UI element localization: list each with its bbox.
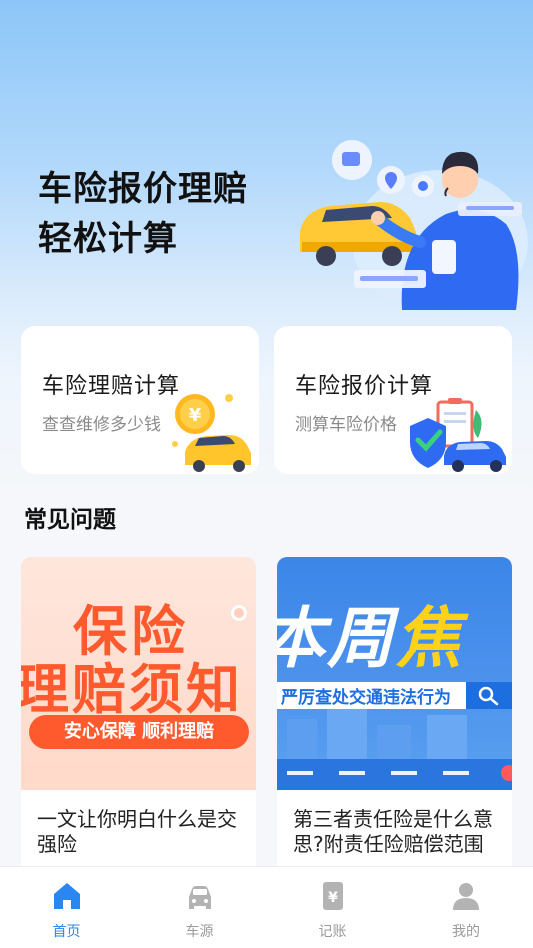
nav-item-ledger[interactable]: ¥ 记账: [266, 867, 399, 948]
search-icon: [466, 682, 512, 709]
car-icon: [188, 886, 211, 909]
bottom-nav: 首页 车源 ¥ 记账 我的: [0, 866, 533, 948]
thumb-headline-white: 本周: [277, 600, 395, 677]
hero-title-line1: 车险报价理赔: [38, 169, 248, 209]
thumb-tagline: 安心保障 顺利理赔: [29, 715, 249, 749]
faq-section-title: 常见问题: [24, 507, 116, 533]
nav-label: 我的: [452, 924, 480, 940]
customer-service-illustration: [300, 140, 528, 314]
thumb-search-text: 严厉查处交通违法行为: [281, 688, 451, 708]
article-card[interactable]: 本周焦 严厉查处交通违法行为: [277, 557, 512, 877]
user-icon: [453, 883, 479, 910]
nav-item-cars[interactable]: 车源: [133, 867, 266, 948]
article-title: 一文让你明白什么是交强险: [37, 807, 237, 856]
card-subtitle: 测算车险价格: [295, 415, 397, 435]
article-thumbnail: 本周焦 严厉查处交通违法行为: [277, 557, 512, 790]
nav-label: 记账: [318, 924, 347, 940]
home-screen: 车险报价理赔 轻松计算 车险理赔计算 查查维修多少钱 ¥ 车险报价计算 测算车险…: [0, 0, 533, 948]
thumb-headline: 本周焦: [277, 585, 463, 681]
thumb-headline-yellow: 焦: [395, 600, 463, 677]
shield-car-icon: [410, 398, 506, 472]
article-thumbnail: 保险 理赔须知 安心保障 顺利理赔: [21, 557, 256, 790]
claim-calculator-card[interactable]: 车险理赔计算 查查维修多少钱 ¥: [21, 326, 259, 474]
coin-car-icon: ¥: [172, 394, 251, 472]
card-subtitle: 查查维修多少钱: [42, 415, 161, 435]
svg-text:¥: ¥: [328, 890, 338, 906]
thumb-headline: 理赔须知: [21, 658, 243, 721]
nav-item-profile[interactable]: 我的: [399, 867, 533, 948]
ledger-icon: ¥: [322, 882, 343, 910]
nav-label: 车源: [185, 924, 214, 940]
nav-label: 首页: [52, 924, 81, 940]
svg-text:¥: ¥: [189, 405, 202, 426]
article-title: 第三者责任险是什么意思?附责任险赔偿范围: [293, 807, 493, 856]
home-icon: [53, 883, 80, 909]
decor-circle-icon: [231, 605, 247, 621]
article-card[interactable]: 保险 理赔须知 安心保障 顺利理赔 一文让你明白什么是交强险: [21, 557, 256, 877]
hero-title-line2: 轻松计算: [38, 219, 178, 259]
quote-calculator-card[interactable]: 车险报价计算 测算车险价格: [274, 326, 512, 474]
city-road-illustration: [277, 709, 512, 790]
nav-item-home[interactable]: 首页: [0, 867, 133, 948]
thumb-search-bar: 严厉查处交通违法行为: [277, 682, 512, 709]
hero-title: 车险报价理赔 轻松计算: [38, 164, 248, 264]
